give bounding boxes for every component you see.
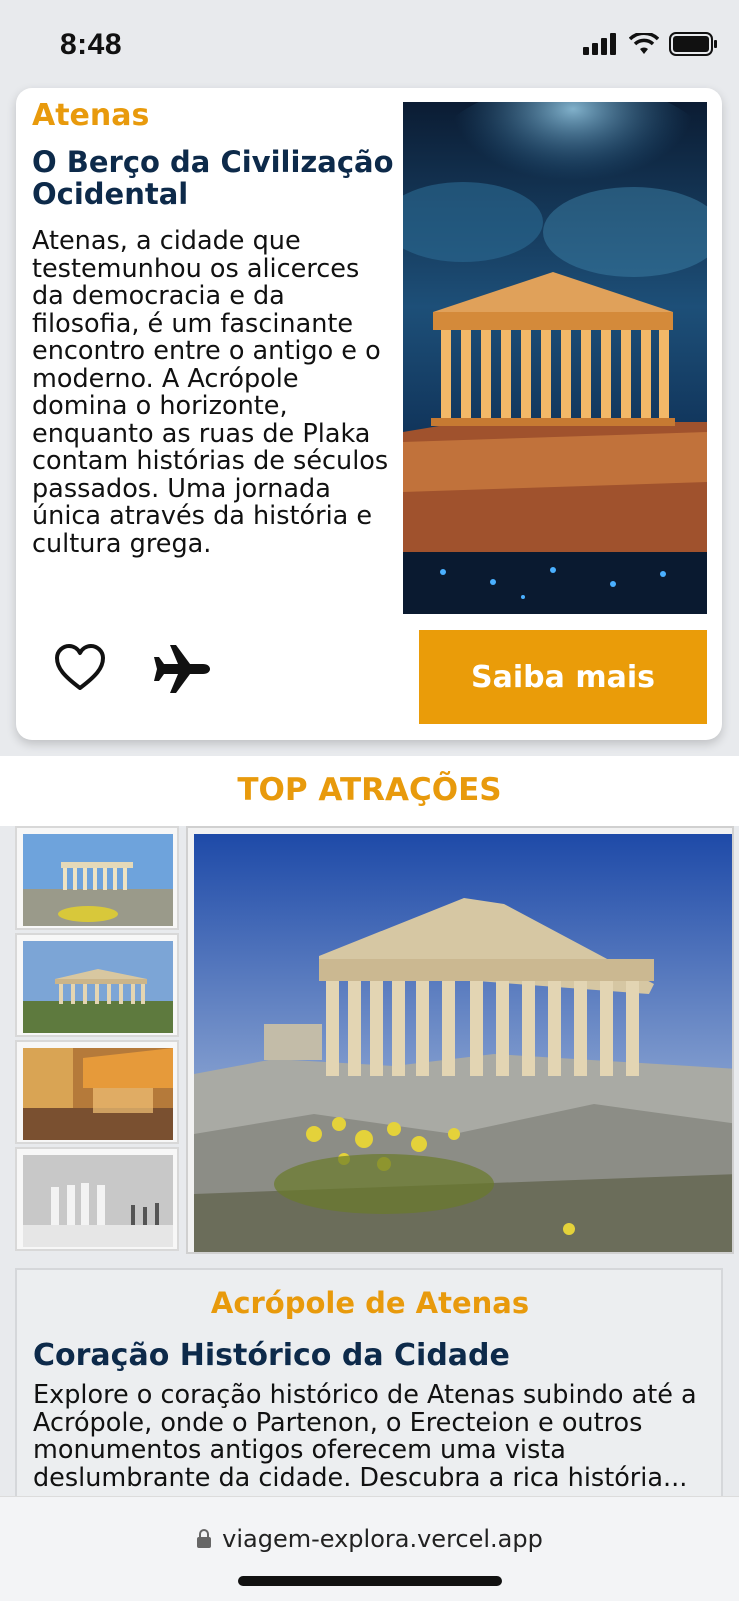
thumbnail-plaka-street[interactable] [15, 1040, 179, 1144]
lock-icon [197, 1529, 212, 1548]
status-bar: 8:48 [0, 0, 739, 88]
learn-more-button[interactable]: Saiba mais [419, 630, 707, 724]
battery-icon [669, 32, 717, 56]
thumbnail-parthenon[interactable] [15, 826, 179, 930]
url-text: viagem-explora.vercel.app [222, 1525, 543, 1553]
home-indicator[interactable] [238, 1576, 502, 1586]
signal-icon [583, 33, 616, 55]
destination-card: Atenas O Berço da Civilização Ocidental … [16, 88, 722, 740]
book-flight-button[interactable] [152, 643, 212, 699]
thumbnail-museum[interactable] [15, 1147, 179, 1251]
section-title: TOP ATRAÇÕES [237, 772, 502, 808]
city-name: Atenas [32, 98, 150, 133]
favorite-button[interactable] [54, 644, 106, 696]
parthenon-night-image [403, 102, 707, 614]
wifi-icon [629, 33, 659, 54]
destination-description: Atenas, a cidade que testemunhou os alic… [32, 226, 389, 559]
status-time: 8:48 [60, 28, 123, 61]
heart-icon [55, 644, 105, 690]
attraction-subtitle: Coração Histórico da Cidade [33, 1338, 510, 1373]
destination-headline: O Berço da Civilização Ocidental [32, 145, 394, 211]
attraction-info-panel: Acrópole de Atenas Coração Histórico da … [15, 1268, 723, 1528]
selected-attraction-photo [186, 826, 734, 1254]
attraction-name: Acrópole de Atenas [210, 1286, 530, 1320]
status-icons [583, 32, 719, 56]
attraction-description: Explore o coração histórico de Atenas su… [33, 1380, 697, 1493]
airplane-icon [154, 645, 210, 693]
thumbnail-temple[interactable] [15, 933, 179, 1037]
